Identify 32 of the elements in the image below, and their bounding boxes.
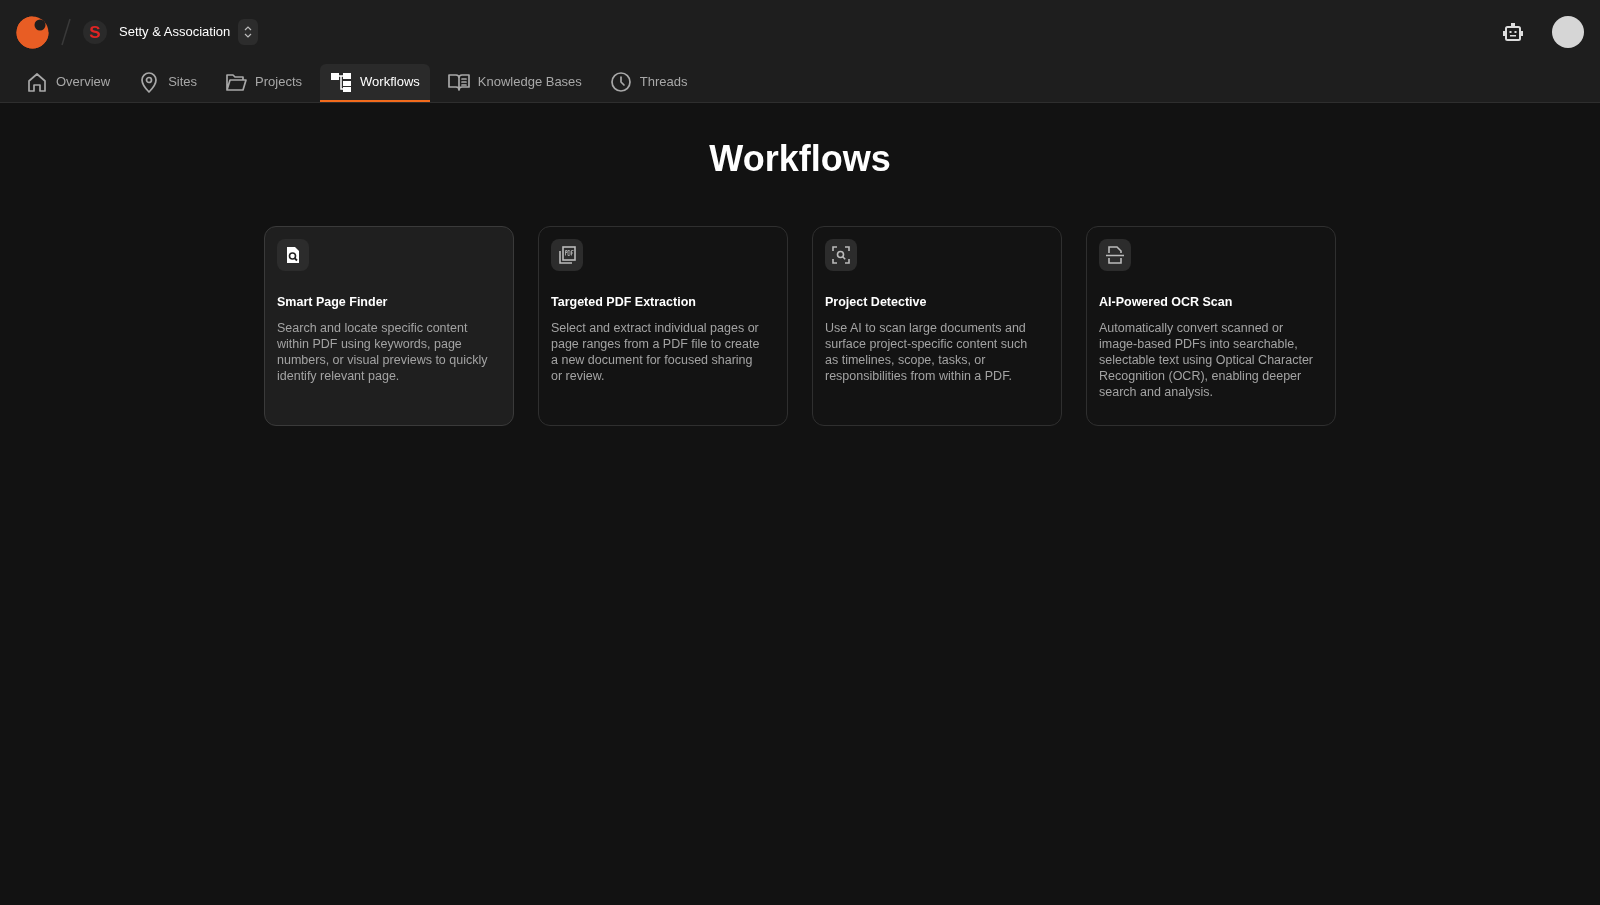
nav-tab[interactable]: Threads <box>599 64 698 102</box>
card-description: Automatically convert scanned or image-based PDFs into searchable, selectable text using Optical Character Recognition (OCR), enabling deeper search and analysis. <box>1099 319 1314 400</box>
card-title: Project Detective <box>825 294 928 311</box>
home-icon <box>26 71 48 93</box>
clock-icon <box>609 71 632 93</box>
card-description: Select and extract individual pages or page ranges from a PDF file to create a new document for focused sharing or review. <box>551 319 761 384</box>
folder-icon <box>225 71 248 93</box>
workflow-card[interactable]: Project Detective Use AI to scan large documents and surface project-specific content such as timelines, scope, tasks, or responsibilities from within a PDF. <box>812 226 1062 426</box>
nav-tab[interactable]: Projects <box>215 64 313 102</box>
card-title: AI-Powered OCR Scan <box>1099 294 1234 311</box>
nav-tab[interactable]: Sites <box>128 64 208 102</box>
workflow-card[interactable]: AI-Powered OCR Scan Automatically convert scanned or image-based PDFs into searchable, selectable text using Optical Character Recognition (OCR), enabling deeper search and analysis. <box>1086 226 1336 426</box>
workflow-card[interactable]: Smart Page Finder Search and locate specific content within PDF using keywords, page numbers, or visual previews to quickly identify relevant page. <box>264 226 514 426</box>
workflow-icon <box>330 71 353 93</box>
chevron-up-down-icon <box>243 24 254 40</box>
card-description: Use AI to scan large documents and surface project-specific content such as timelines, scope, tasks, or responsibilities from within a PDF. <box>825 319 1029 384</box>
nav-tab[interactable]: Workflows <box>320 64 430 102</box>
card-description: Search and locate specific content within PDF using keywords, page numbers, or visual previews to quickly identify relevant page. <box>277 319 489 384</box>
breadcrumb-slash-icon <box>61 18 71 46</box>
workflow-card[interactable]: Targeted PDF Extraction Select and extract individual pages or page ranges from a PDF file to create a new document for focused sharing or review. <box>538 226 788 426</box>
org-name[interactable]: Setty & Association <box>119 22 231 42</box>
card-title: Smart Page Finder <box>277 294 389 311</box>
page-title: Workflows <box>709 137 891 181</box>
app-logo-icon[interactable] <box>16 15 49 49</box>
nav-tab[interactable]: Knowledge Bases <box>437 64 592 102</box>
org-logo: S <box>83 20 107 44</box>
nav-tab[interactable]: Overview <box>16 64 121 102</box>
org-switcher-button[interactable] <box>238 19 259 45</box>
open-book-icon <box>447 71 470 93</box>
robot-icon[interactable] <box>1502 22 1524 42</box>
avatar[interactable] <box>1552 16 1584 48</box>
card-title: Targeted PDF Extraction <box>551 294 697 311</box>
